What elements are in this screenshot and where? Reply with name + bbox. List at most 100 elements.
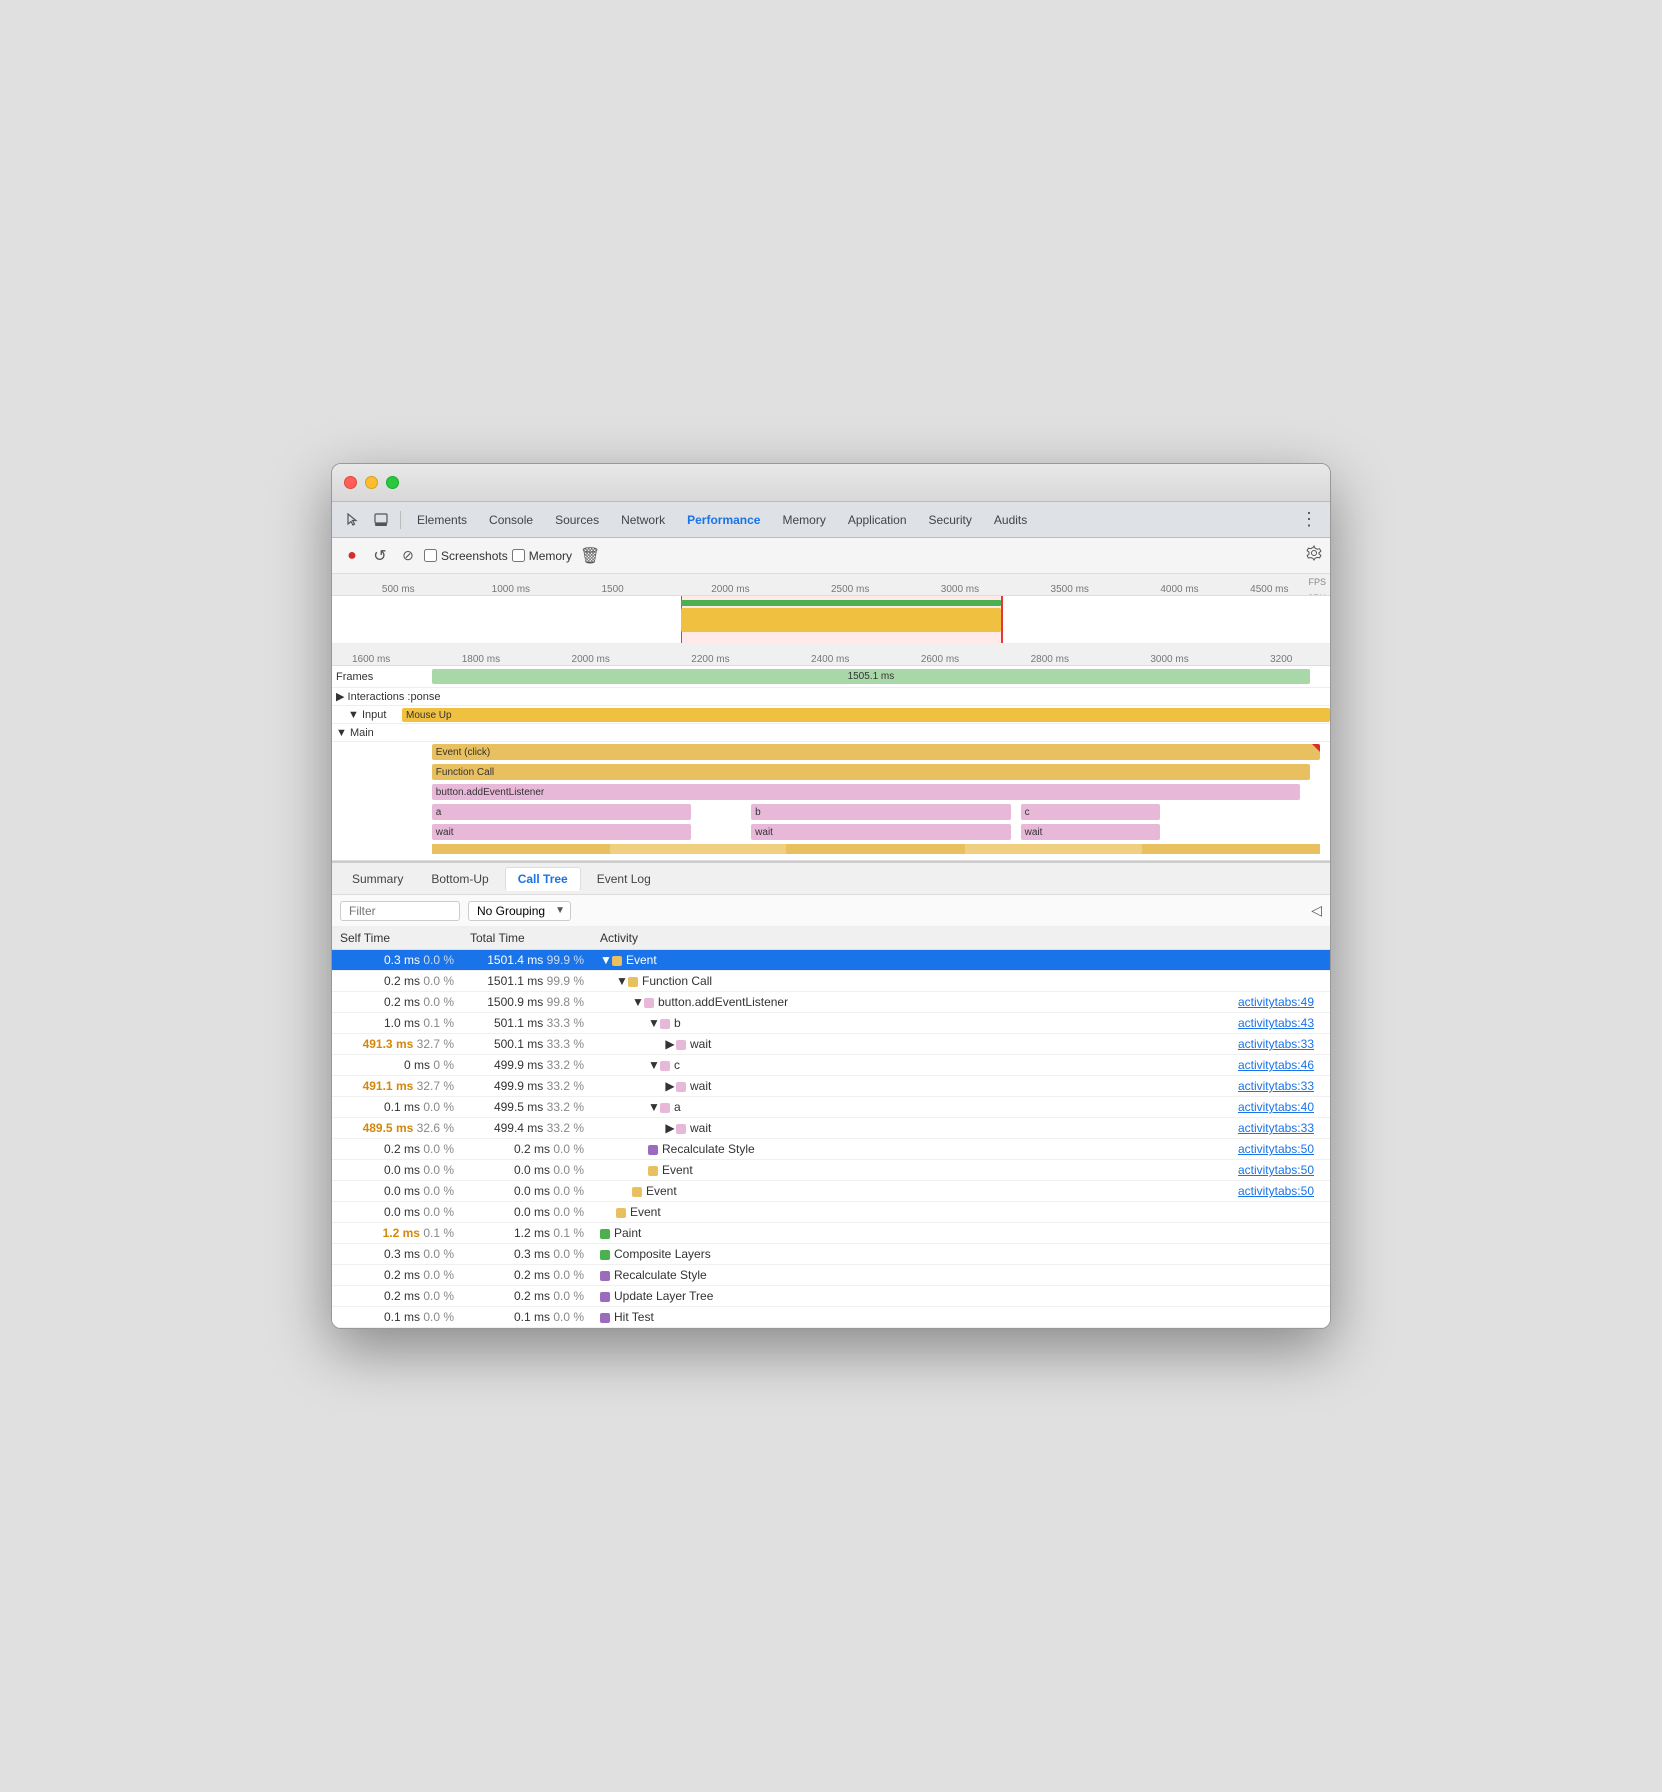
table-row[interactable]: 1.2 ms 0.1 %1.2 ms 0.1 %Paint <box>332 1223 1330 1244</box>
activity-link[interactable]: activitytabs:33 <box>1238 1037 1322 1051</box>
activity-label: wait <box>690 1037 711 1051</box>
stop-button[interactable]: ⊘ <box>396 544 420 568</box>
activity-label: Paint <box>614 1226 641 1240</box>
tab-console[interactable]: Console <box>479 509 543 531</box>
cell-self-time: 0.0 ms 0.0 % <box>332 1181 462 1202</box>
table-row[interactable]: 0.2 ms 0.0 %1500.9 ms 99.8 %activitytabs… <box>332 992 1330 1013</box>
tick-1500ms: 1500 <box>601 584 623 595</box>
table-row[interactable]: 0.3 ms 0.0 %0.3 ms 0.0 %Composite Layers <box>332 1244 1330 1265</box>
tree-toggle[interactable]: ▼ <box>648 1058 660 1072</box>
minimize-button[interactable] <box>365 476 378 489</box>
activity-label: Recalculate Style <box>662 1142 755 1156</box>
screenshots-checkbox[interactable] <box>424 549 437 562</box>
table-row[interactable]: 0.0 ms 0.0 %0.0 ms 0.0 %Event <box>332 1202 1330 1223</box>
tab-memory[interactable]: Memory <box>772 509 835 531</box>
activity-link[interactable]: activitytabs:43 <box>1238 1016 1322 1030</box>
table-row[interactable]: 491.1 ms 32.7 %499.9 ms 33.2 %activityta… <box>332 1076 1330 1097</box>
tree-toggle[interactable]: ▼ <box>600 953 612 967</box>
more-tabs-button[interactable]: ⋮ <box>1296 507 1322 533</box>
cell-self-time: 0.3 ms 0.0 % <box>332 950 462 971</box>
cell-activity: ▼ Function Call <box>592 971 1330 992</box>
cell-activity: activitytabs:33▶ wait <box>592 1076 1330 1097</box>
activity-link[interactable]: activitytabs:50 <box>1238 1163 1322 1177</box>
activity-link[interactable]: activitytabs:50 <box>1238 1184 1322 1198</box>
tab-application[interactable]: Application <box>838 509 917 531</box>
small-bars <box>432 844 1320 854</box>
memory-checkbox-label[interactable]: Memory <box>512 549 572 563</box>
table-header-row: Self Time Total Time Activity <box>332 927 1330 950</box>
activity-link[interactable]: activitytabs:40 <box>1238 1100 1322 1114</box>
table-row[interactable]: 0.1 ms 0.0 %0.1 ms 0.0 %Hit Test <box>332 1307 1330 1328</box>
tree-toggle[interactable]: ▼ <box>632 995 644 1009</box>
tree-toggle[interactable]: ▶ <box>664 1037 676 1051</box>
tab-event-log[interactable]: Event Log <box>585 868 663 890</box>
tab-security[interactable]: Security <box>919 509 982 531</box>
titlebar <box>332 464 1330 502</box>
table-row[interactable]: 0.2 ms 0.0 %0.2 ms 0.0 %activitytabs:50R… <box>332 1139 1330 1160</box>
activity-link[interactable]: activitytabs:33 <box>1238 1121 1322 1135</box>
tab-performance[interactable]: Performance <box>677 509 770 531</box>
table-row[interactable]: 489.5 ms 32.6 %499.4 ms 33.2 %activityta… <box>332 1118 1330 1139</box>
cursor-icon[interactable] <box>340 507 366 533</box>
col-total-time: Total Time <box>462 927 592 950</box>
filter-input[interactable] <box>340 901 460 921</box>
activity-color-dot <box>616 1208 626 1218</box>
tab-network[interactable]: Network <box>611 509 675 531</box>
table-row[interactable]: 0.0 ms 0.0 %0.0 ms 0.0 %activitytabs:50E… <box>332 1181 1330 1202</box>
cell-total-time: 0.0 ms 0.0 % <box>462 1202 592 1223</box>
table-row[interactable]: 1.0 ms 0.1 %501.1 ms 33.3 %activitytabs:… <box>332 1013 1330 1034</box>
screenshots-checkbox-label[interactable]: Screenshots <box>424 549 508 563</box>
collapse-icon[interactable]: ◁ <box>1311 902 1322 919</box>
reload-button[interactable]: ↺ <box>368 544 392 568</box>
table-row[interactable]: 0.2 ms 0.0 %0.2 ms 0.0 %Recalculate Styl… <box>332 1265 1330 1286</box>
cell-total-time: 499.5 ms 33.2 % <box>462 1097 592 1118</box>
tree-toggle[interactable]: ▼ <box>616 974 628 988</box>
analysis-tabs: Summary Bottom-Up Call Tree Event Log <box>332 863 1330 895</box>
cell-total-time: 1501.1 ms 99.9 % <box>462 971 592 992</box>
table-row[interactable]: 491.3 ms 32.7 %500.1 ms 33.3 %activityta… <box>332 1034 1330 1055</box>
cell-self-time: 0 ms 0 % <box>332 1055 462 1076</box>
cell-activity: activitytabs:50 Recalculate Style <box>592 1139 1330 1160</box>
frames-row: Frames 1505.1 ms <box>332 666 1330 688</box>
activity-link[interactable]: activitytabs:50 <box>1238 1142 1322 1156</box>
tab-elements[interactable]: Elements <box>407 509 477 531</box>
table-row[interactable]: 0.3 ms 0.0 %1501.4 ms 99.9 %▼ Event <box>332 950 1330 971</box>
activity-link[interactable]: activitytabs:33 <box>1238 1079 1322 1093</box>
activity-color-dot <box>600 1250 610 1260</box>
tab-call-tree[interactable]: Call Tree <box>505 867 581 891</box>
activity-link[interactable]: activitytabs:46 <box>1238 1058 1322 1072</box>
fps-cpu-net-area <box>332 596 1330 644</box>
cell-activity: Event <box>592 1202 1330 1223</box>
tree-toggle[interactable]: ▼ <box>648 1100 660 1114</box>
activity-label: c <box>674 1058 680 1072</box>
input-label: ▼ Input <box>332 709 402 721</box>
table-row[interactable]: 0 ms 0 %499.9 ms 33.2 %activitytabs:46▼ … <box>332 1055 1330 1076</box>
activity-link[interactable]: activitytabs:49 <box>1238 995 1322 1009</box>
activity-color-dot <box>660 1061 670 1071</box>
settings-button[interactable] <box>1306 545 1322 566</box>
activity-label: wait <box>690 1121 711 1135</box>
memory-checkbox[interactable] <box>512 549 525 562</box>
table-row[interactable]: 0.2 ms 0.0 %0.2 ms 0.0 %Update Layer Tre… <box>332 1286 1330 1307</box>
cell-self-time: 0.2 ms 0.0 % <box>332 992 462 1013</box>
activity-color-dot <box>612 956 622 966</box>
table-row[interactable]: 0.2 ms 0.0 %1501.1 ms 99.9 %▼ Function C… <box>332 971 1330 992</box>
tab-audits[interactable]: Audits <box>984 509 1037 531</box>
track-event-click: Event (click) <box>332 742 1330 762</box>
dock-icon[interactable] <box>368 507 394 533</box>
table-row[interactable]: 0.0 ms 0.0 %0.0 ms 0.0 %activitytabs:50E… <box>332 1160 1330 1181</box>
close-button[interactable] <box>344 476 357 489</box>
grouping-select[interactable]: No Grouping By Category By Domain By URL <box>468 901 571 921</box>
tree-toggle[interactable]: ▶ <box>664 1121 676 1135</box>
frames-label: Frames <box>332 671 412 683</box>
clear-button[interactable]: 🗑 <box>580 546 600 566</box>
table-row[interactable]: 0.1 ms 0.0 %499.5 ms 33.2 %activitytabs:… <box>332 1097 1330 1118</box>
tab-summary[interactable]: Summary <box>340 868 415 890</box>
maximize-button[interactable] <box>386 476 399 489</box>
tree-toggle[interactable]: ▼ <box>648 1016 660 1030</box>
devtools-window: Elements Console Sources Network Perform… <box>331 463 1331 1329</box>
tab-sources[interactable]: Sources <box>545 509 609 531</box>
tab-bottom-up[interactable]: Bottom-Up <box>419 868 500 890</box>
record-button[interactable]: ● <box>340 544 364 568</box>
tree-toggle[interactable]: ▶ <box>664 1079 676 1093</box>
